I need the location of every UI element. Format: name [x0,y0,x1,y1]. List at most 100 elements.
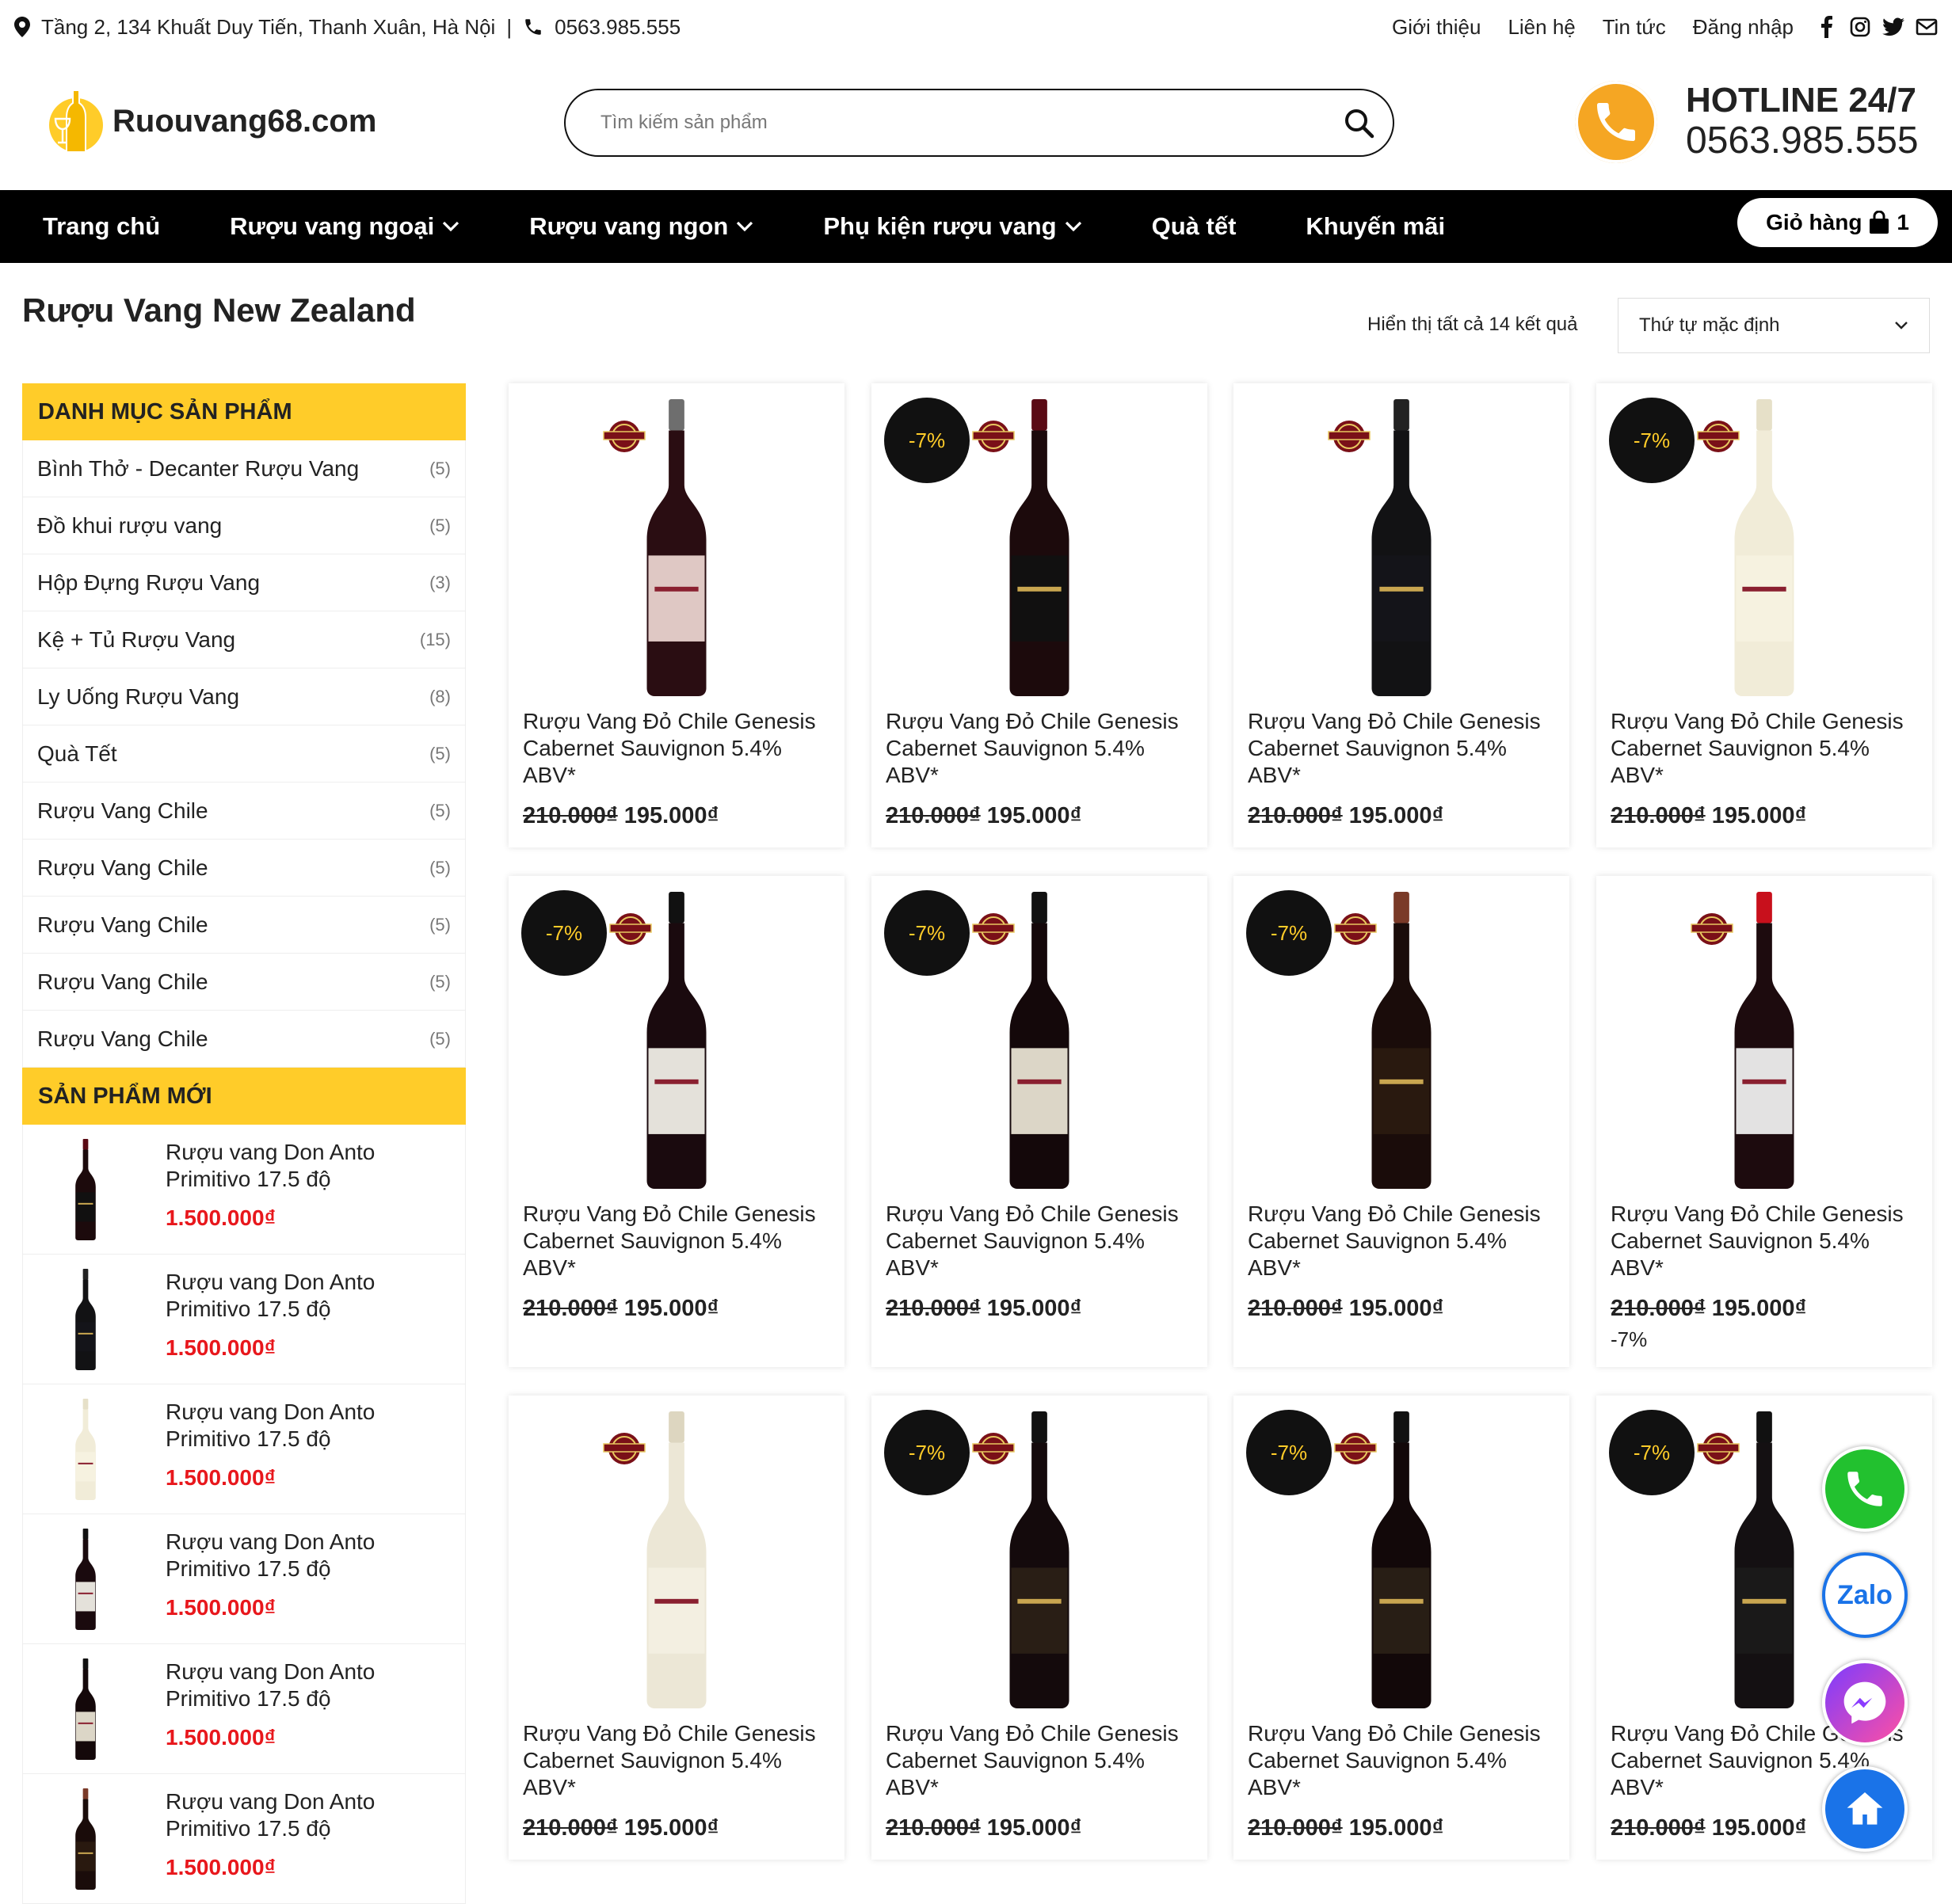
category-item[interactable]: Kệ + Tủ Rượu Vang (15) [22,611,466,668]
email-icon[interactable] [1916,16,1938,38]
product-card[interactable]: -7% Rượu Vang Đỏ Chile Genesis Cabernet S… [509,876,844,1367]
category-item[interactable]: Rượu Vang Chile (5) [22,1011,466,1068]
category-item[interactable]: Bình Thở - Decanter Rượu Vang (5) [22,440,466,497]
new-product-name[interactable]: Rượu vang Don Anto Primitivo 17.5 độ [166,1139,419,1193]
float-phone-button[interactable] [1822,1446,1908,1532]
new-product-image[interactable] [58,1139,113,1240]
nav-foreign-wine[interactable]: Rượu vang ngoại [230,212,459,241]
product-card[interactable]: Rượu Vang Đỏ Chile Genesis Cabernet Sauv… [1233,383,1569,847]
new-product-image[interactable] [58,1658,113,1760]
twitter-icon[interactable] [1882,16,1904,38]
new-product-name[interactable]: Rượu vang Don Anto Primitivo 17.5 độ [166,1529,419,1582]
new-product-item[interactable]: Rượu vang Don Anto Primitivo 17.5 độ 1.50… [22,1514,466,1644]
new-product-image[interactable] [58,1269,113,1370]
ruou-vang-seal-icon [971,418,1016,455]
new-product-image[interactable] [58,1788,113,1890]
new-product-image[interactable] [58,1529,113,1630]
sale-price: 195.000₫ [623,803,719,828]
nav-tet-gifts[interactable]: Quà tết [1152,212,1237,241]
old-price: 210.000₫ [1248,1815,1343,1841]
product-name[interactable]: Rượu Vang Đỏ Chile Genesis Cabernet Sauv… [1611,708,1921,789]
product-name[interactable]: Rượu Vang Đỏ Chile Genesis Cabernet Sauv… [1248,1201,1558,1281]
product-name[interactable]: Rượu Vang Đỏ Chile Genesis Cabernet Sauv… [523,1720,833,1801]
link-about[interactable]: Giới thiệu [1392,15,1481,40]
discount-badge: -7% [1609,398,1695,483]
product-name[interactable]: Rượu Vang Đỏ Chile Genesis Cabernet Sauv… [1611,1201,1921,1281]
cart-label: Giỏ hàng [1766,210,1862,234]
product-name[interactable]: Rượu Vang Đỏ Chile Genesis Cabernet Sauv… [523,1201,833,1281]
discount-badge: -7% [1609,1410,1695,1495]
float-messenger-button[interactable] [1822,1660,1908,1746]
new-product-item[interactable]: Rượu vang Don Anto Primitivo 17.5 độ 1.50… [22,1644,466,1774]
hotline-block[interactable]: HOTLINE 24/7 0563.985.555 [1575,81,1919,163]
product-card[interactable]: -7% Rượu Vang Đỏ Chile Genesis Cabernet S… [871,1396,1207,1860]
sort-select[interactable]: Thứ tự mặc định [1618,298,1930,353]
new-product-name[interactable]: Rượu vang Don Anto Primitivo 17.5 độ [166,1658,419,1712]
category-name: Rượu Vang Chile [37,798,208,823]
category-item[interactable]: Rượu Vang Chile (5) [22,783,466,840]
hotline-number[interactable]: 0563.985.555 [1686,120,1919,162]
sale-price: 195.000₫ [986,1296,1082,1321]
nav-home[interactable]: Trang chủ [43,212,160,241]
product-image[interactable] [509,399,844,700]
phone-icon [525,19,541,35]
ruou-vang-seal-icon [602,418,646,455]
nav-promotions[interactable]: Khuyến mãi [1306,212,1445,241]
nav-good-wine[interactable]: Rượu vang ngon [529,212,753,241]
product-image[interactable] [1596,892,1932,1193]
product-image[interactable] [1233,399,1569,700]
product-card[interactable]: -7% Rượu Vang Đỏ Chile Genesis Cabernet S… [1233,1396,1569,1860]
ruou-vang-seal-icon [1696,418,1740,455]
nav-accessories[interactable]: Phụ kiện rượu vang [823,212,1081,241]
new-product-item[interactable]: Rượu vang Don Anto Primitivo 17.5 độ 1.50… [22,1255,466,1384]
new-product-price: 1.500.000₫ [166,1205,276,1230]
new-product-price: 1.500.000₫ [166,1595,276,1620]
instagram-icon[interactable] [1849,16,1871,38]
top-links: Giới thiệu Liên hệ Tin tức Đăng nhập [1376,15,1938,40]
search-box[interactable]: Tìm kiếm sản phẩm [564,89,1394,157]
product-name[interactable]: Rượu Vang Đỏ Chile Genesis Cabernet Sauv… [1248,708,1558,789]
new-product-name[interactable]: Rượu vang Don Anto Primitivo 17.5 độ [166,1399,419,1453]
link-contact[interactable]: Liên hệ [1508,15,1575,40]
product-name[interactable]: Rượu Vang Đỏ Chile Genesis Cabernet Sauv… [886,1201,1196,1281]
category-item[interactable]: Ly Uống Rượu Vang (8) [22,668,466,725]
product-card[interactable]: -7% Rượu Vang Đỏ Chile Genesis Cabernet S… [1233,876,1569,1367]
phone-text[interactable]: 0563.985.555 [555,15,681,40]
category-item[interactable]: Rượu Vang Chile (5) [22,897,466,954]
search-icon[interactable] [1342,106,1377,141]
link-news[interactable]: Tin tức [1603,15,1666,40]
category-name: Rượu Vang Chile [37,912,208,937]
link-login[interactable]: Đăng nhập [1693,15,1794,40]
category-item[interactable]: Hộp Đựng Rượu Vang (3) [22,554,466,611]
new-product-name[interactable]: Rượu vang Don Anto Primitivo 17.5 độ [166,1269,419,1323]
product-card[interactable]: Rượu Vang Đỏ Chile Genesis Cabernet Sauv… [509,1396,844,1860]
facebook-icon[interactable] [1816,16,1838,38]
float-home-button[interactable] [1822,1766,1908,1852]
product-name[interactable]: Rượu Vang Đỏ Chile Genesis Cabernet Sauv… [1248,1720,1558,1801]
new-product-item[interactable]: Rượu vang Don Anto Primitivo 17.5 độ 1.50… [22,1384,466,1514]
new-product-name[interactable]: Rượu vang Don Anto Primitivo 17.5 độ [166,1788,419,1842]
new-product-image[interactable] [58,1399,113,1500]
category-item[interactable]: Rượu Vang Chile (5) [22,840,466,897]
hotline-title: HOTLINE 24/7 [1686,81,1916,120]
category-item[interactable]: Rượu Vang Chile (5) [22,954,466,1011]
float-zalo-button[interactable]: Zalo [1822,1552,1908,1638]
product-name[interactable]: Rượu Vang Đỏ Chile Genesis Cabernet Sauv… [886,1720,1196,1801]
product-card[interactable]: -7% Rượu Vang Đỏ Chile Genesis Cabernet S… [871,876,1207,1367]
search-input[interactable]: Tìm kiếm sản phẩm [600,112,768,134]
product-name[interactable]: Rượu Vang Đỏ Chile Genesis Cabernet Sauv… [523,708,833,789]
product-card[interactable]: Rượu Vang Đỏ Chile Genesis Cabernet Sauv… [509,383,844,847]
product-name[interactable]: Rượu Vang Đỏ Chile Genesis Cabernet Sauv… [886,708,1196,789]
site-logo[interactable]: Ruouvang68.com [44,87,376,155]
category-item[interactable]: Quà Tết (5) [22,725,466,783]
cart-button[interactable]: Giỏ hàng 1 [1737,198,1938,247]
product-card[interactable]: -7% Rượu Vang Đỏ Chile Genesis Cabernet S… [871,383,1207,847]
product-card[interactable]: Rượu Vang Đỏ Chile Genesis Cabernet Sauv… [1596,876,1932,1367]
category-count: (15) [419,629,451,649]
new-product-item[interactable]: Rượu vang Don Anto Primitivo 17.5 độ 1.50… [22,1774,466,1904]
product-image[interactable] [509,1411,844,1712]
category-item[interactable]: Đồ khui rượu vang (5) [22,497,466,554]
product-card[interactable]: -7% Rượu Vang Đỏ Chile Genesis Cabernet S… [1596,383,1932,847]
new-product-item[interactable]: Rượu vang Don Anto Primitivo 17.5 độ 1.50… [22,1125,466,1255]
chevron-down-icon [1895,322,1908,329]
